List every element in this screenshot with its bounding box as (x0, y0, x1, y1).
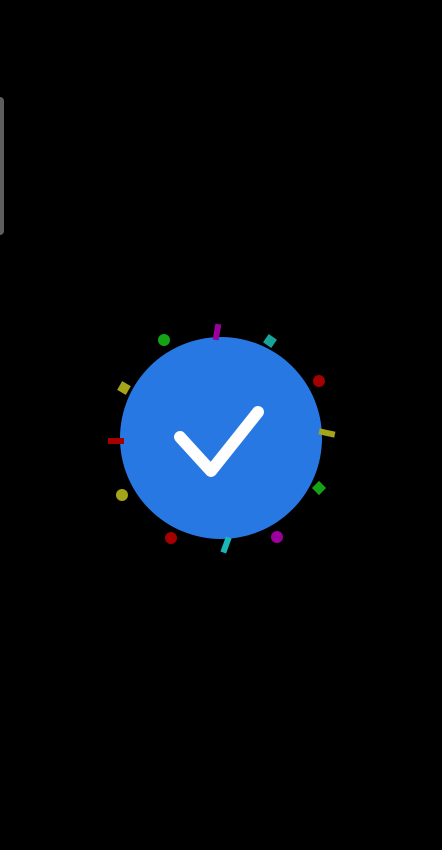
confetti-piece (220, 536, 232, 554)
confetti-piece (165, 532, 177, 544)
success-circle (120, 337, 322, 539)
confetti-piece (158, 334, 170, 346)
confetti-piece (271, 531, 283, 543)
confetti-piece (117, 381, 131, 395)
confetti-piece (108, 438, 124, 444)
success-animation (108, 323, 336, 554)
confetti-piece (313, 375, 325, 387)
confetti-piece (116, 489, 128, 501)
confetti-piece (311, 480, 327, 496)
confetti-piece (263, 334, 277, 348)
success-screen (0, 0, 442, 850)
